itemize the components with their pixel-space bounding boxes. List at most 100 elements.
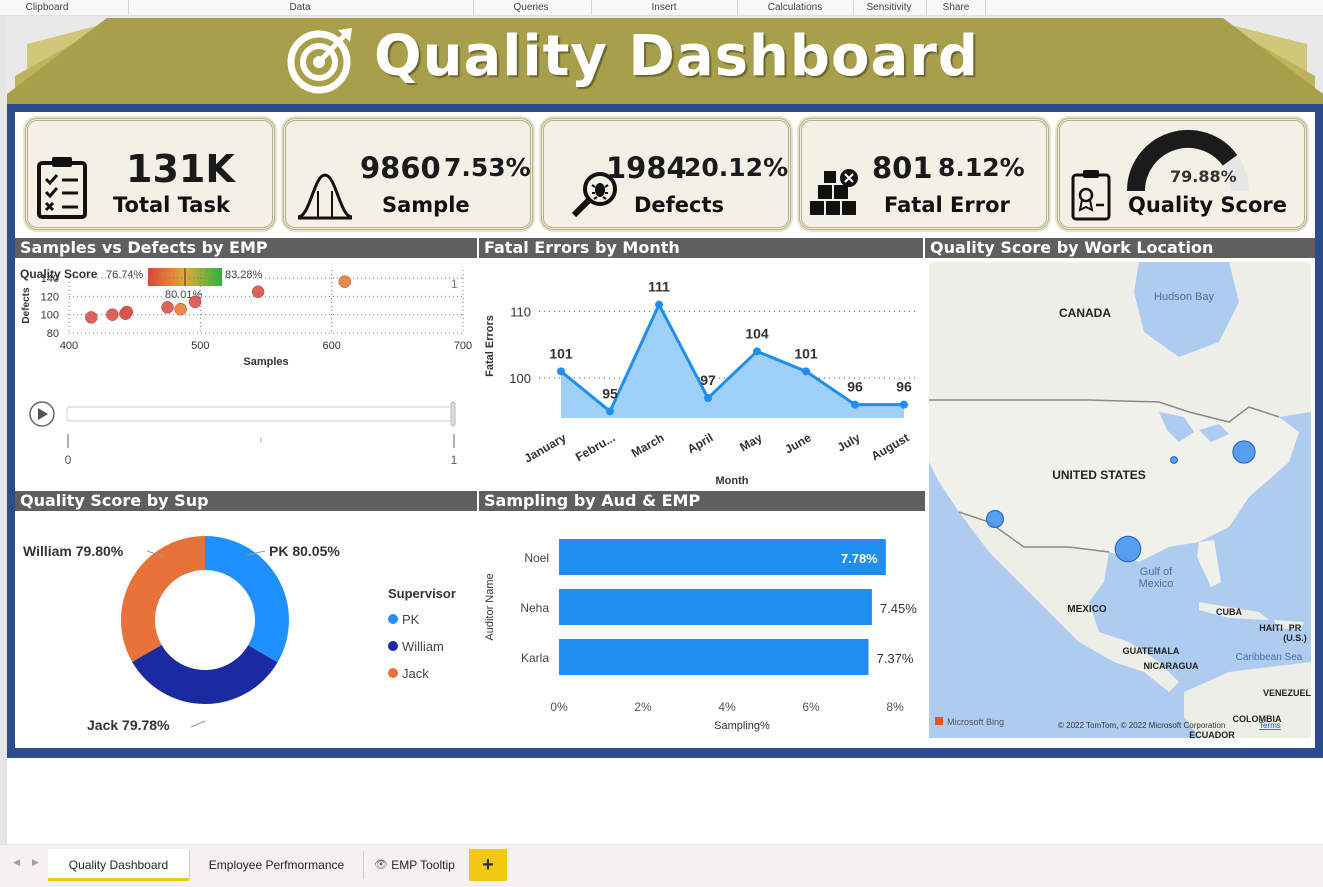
map-label-cuba: CUBA bbox=[1216, 607, 1242, 617]
map-label-venezuela: VENEZUEL bbox=[1263, 688, 1311, 698]
supervisor-donut-visual[interactable]: PK 80.05% William 79.80% Jack 79.78% Superv… bbox=[15, 511, 477, 747]
y-tick-label: 100 bbox=[41, 310, 59, 322]
donut-legend-marker bbox=[388, 641, 398, 651]
scatter-point bbox=[106, 308, 119, 321]
map-label-nicaragua: NICARAGUA bbox=[1144, 661, 1199, 671]
scatter-point bbox=[338, 275, 352, 288]
kpi-quality-score-card[interactable]: 79.88% Quality Score bbox=[1057, 118, 1307, 230]
prev-page-arrow-icon[interactable]: ◀ bbox=[13, 857, 20, 868]
kpi-total-task-card[interactable]: 131K Total Task bbox=[25, 118, 275, 230]
y-axis-title: Defects bbox=[21, 287, 32, 324]
target-icon bbox=[287, 28, 352, 94]
map-label-ecuador: ECUADOR bbox=[1189, 730, 1235, 738]
x-tick-label: January bbox=[522, 430, 569, 465]
kpi-sample-value: 9860 bbox=[360, 151, 441, 185]
color-legend-max: 83.28% bbox=[225, 269, 263, 281]
location-bubble bbox=[1114, 535, 1142, 563]
map-label-guatemala: GUATEMALA bbox=[1123, 646, 1180, 656]
x-tick-label: 4% bbox=[718, 700, 736, 714]
tab-emp-tooltip[interactable]: 👁 EMP Tooltip bbox=[364, 849, 468, 881]
x-tick-label: 8% bbox=[886, 700, 904, 714]
map-label-caribbean-sea: Caribbean Sea bbox=[1236, 652, 1303, 663]
kpi-quality-score-label: Quality Score bbox=[1128, 193, 1288, 217]
y-tick-label: 80 bbox=[47, 328, 59, 340]
donut-data-label: William 79.80% bbox=[23, 543, 124, 559]
data-label: 104 bbox=[745, 325, 769, 341]
x-tick-label: April bbox=[685, 430, 716, 456]
kpi-sample-percent: 7.53% bbox=[444, 153, 531, 182]
x-tick-label: 700 bbox=[454, 340, 472, 352]
ribbon-group-sensitivity: Sensitivity bbox=[866, 2, 912, 13]
sampling-bar-visual[interactable]: Noel 7.78% Neha 7.45% Karla 7.37% 0% 2% 4% 6% 8% Sa… bbox=[479, 511, 925, 747]
x-tick-label: August bbox=[869, 430, 912, 463]
page-tab-bar: ◀ ▶ Quality Dashboard Employee Perfmorma… bbox=[0, 844, 1323, 887]
sampling-title: Sampling by Aud & EMP bbox=[479, 491, 925, 511]
area-point bbox=[851, 400, 859, 409]
tab-quality-dashboard[interactable]: Quality Dashboard bbox=[48, 849, 189, 881]
map-title: Quality Score by Work Location bbox=[925, 238, 1315, 258]
dashboard-body: 131K Total Task 9860 7.53% Sample 1984 2… bbox=[15, 112, 1315, 748]
location-bubble bbox=[986, 510, 1004, 528]
bar-data-label: 7.78% bbox=[841, 551, 878, 566]
boxes-error-icon bbox=[810, 169, 858, 215]
kpi-fatal-error-card[interactable]: 801 8.12% Fatal Error bbox=[799, 118, 1049, 230]
bar-data-label: 7.45% bbox=[880, 601, 917, 616]
scatter-point bbox=[188, 295, 202, 309]
clipboard-checklist-icon bbox=[37, 157, 87, 219]
next-page-arrow-icon[interactable]: ▶ bbox=[32, 857, 39, 868]
tab-emp-tooltip-label: EMP Tooltip bbox=[391, 858, 455, 872]
y-axis-title: Fatal Errors bbox=[484, 315, 496, 377]
play-frame-label: 1 bbox=[451, 277, 458, 291]
dashboard-frame: 131K Total Task 9860 7.53% Sample 1984 2… bbox=[7, 104, 1323, 758]
kpi-defects-card[interactable]: 1984 20.12% Defects bbox=[541, 118, 791, 230]
x-tick-label: 2% bbox=[634, 700, 652, 714]
sampling-bar bbox=[559, 639, 869, 675]
x-tick-label: Febru... bbox=[573, 430, 618, 464]
y-tick-label: Karla bbox=[521, 651, 549, 665]
x-tick-label: March bbox=[629, 430, 667, 460]
y-tick-label: 110 bbox=[510, 304, 531, 319]
x-tick-label: July bbox=[835, 430, 863, 454]
x-tick-label: May bbox=[737, 430, 764, 454]
map-label-gulf-of-mexico: Gulf of bbox=[1140, 566, 1173, 578]
work-location-map[interactable]: CANADA Hudson Bay UNITED STATES Gulf of Mexi… bbox=[929, 262, 1311, 738]
scatter-point bbox=[251, 285, 265, 298]
report-page: Quality Dashboard 131K Total Task 9860 7… bbox=[7, 16, 1323, 758]
certificate-clipboard-icon bbox=[1071, 170, 1111, 221]
scatter-visual[interactable]: Quality Score 76.74% 83.28% 80.01% 80 100 120 1… bbox=[15, 258, 477, 490]
scatter-point bbox=[161, 301, 174, 314]
sampling-bar bbox=[559, 589, 872, 625]
location-bubble bbox=[1170, 456, 1178, 464]
add-page-button[interactable]: + bbox=[469, 849, 507, 881]
bing-logo-icon bbox=[935, 717, 943, 725]
kpi-defects-value: 1984 bbox=[606, 151, 687, 185]
donut-data-label: PK 80.05% bbox=[269, 543, 340, 559]
x-tick-label: 0% bbox=[550, 700, 568, 714]
kpi-sample-card[interactable]: 9860 7.53% Sample bbox=[283, 118, 533, 230]
kpi-fatal-error-value: 801 bbox=[872, 151, 933, 185]
y-tick-label: 100 bbox=[509, 371, 531, 386]
map-land-canada bbox=[929, 262, 1311, 422]
data-label: 96 bbox=[896, 379, 912, 395]
play-axis-end-label: 1 bbox=[451, 453, 458, 467]
bing-label: Microsoft Bing bbox=[947, 717, 1004, 727]
area-point bbox=[753, 347, 761, 356]
tab-employee-performance[interactable]: Employee Perfmormance bbox=[190, 849, 363, 881]
hidden-eye-icon: 👁 bbox=[374, 859, 388, 871]
scatter-point bbox=[174, 302, 187, 316]
fatal-errors-title: Fatal Errors by Month bbox=[479, 238, 923, 258]
map-terms-link[interactable]: Terms bbox=[1259, 721, 1281, 730]
y-tick-label: Noel bbox=[524, 551, 549, 565]
map-label-hudson-bay: Hudson Bay bbox=[1154, 291, 1214, 303]
play-track bbox=[66, 406, 456, 422]
sampling-bar bbox=[559, 539, 886, 575]
ribbon-group-insert: Insert bbox=[651, 2, 677, 13]
kpi-sample-label: Sample bbox=[382, 193, 470, 217]
kpi-total-task-value: 131K bbox=[126, 147, 235, 191]
color-legend-min: 76.74% bbox=[106, 269, 144, 281]
ribbon-group-clipboard: Clipboard bbox=[25, 2, 69, 13]
kpi-quality-score-value: 79.88% bbox=[1170, 167, 1237, 186]
ribbon-group-labels: Clipboard Data Queries Insert Calculatio… bbox=[0, 0, 1323, 16]
area-point bbox=[557, 367, 565, 376]
fatal-errors-visual[interactable]: 100 110 101 January 95 Febru... 111 March 97 Apri… bbox=[479, 258, 925, 490]
